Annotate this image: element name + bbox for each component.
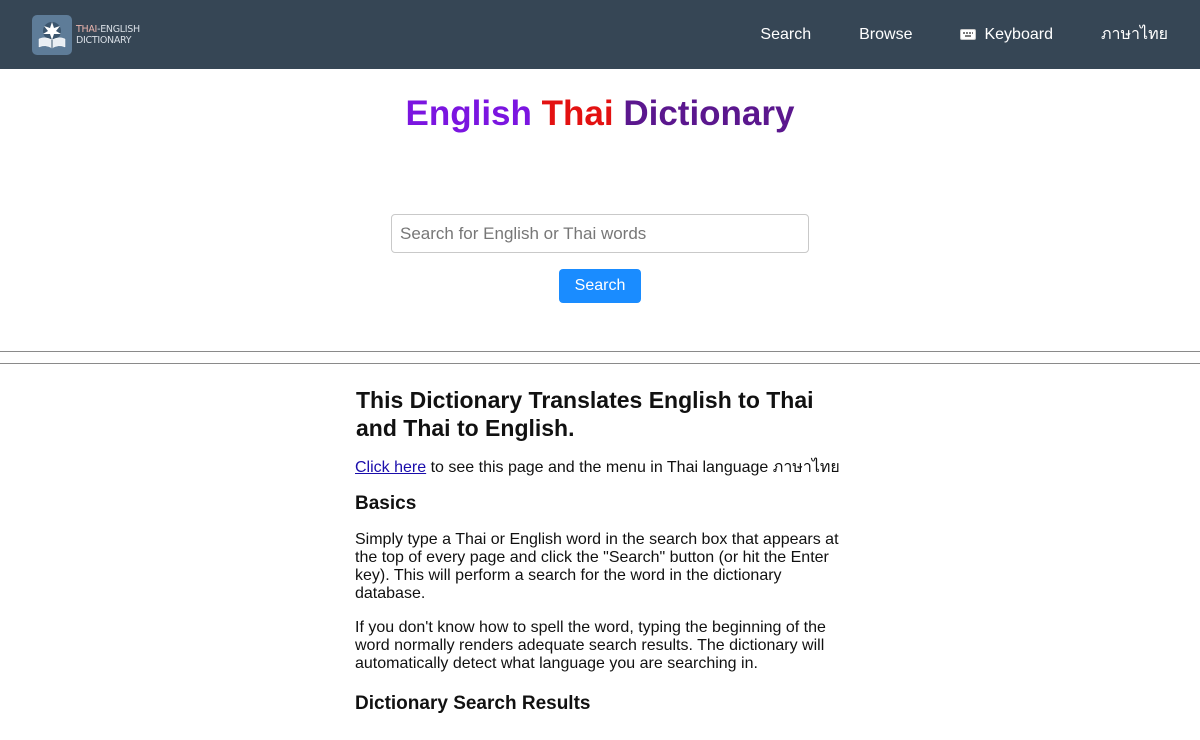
thai-page-link[interactable]: Click here — [355, 459, 426, 476]
thai-language-paragraph: Click here to see this page and the menu… — [355, 459, 845, 477]
nav-search[interactable]: Search — [760, 26, 811, 44]
basics-heading: Basics — [355, 493, 417, 514]
title-word-thai: Thai — [541, 94, 614, 133]
site-logo[interactable]: THAI-ENGLISH DICTIONARY — [32, 14, 140, 55]
logo-english: -ENGLISH — [97, 23, 140, 35]
nav-keyboard[interactable]: Keyboard — [960, 26, 1053, 44]
title-word-dictionary: Dictionary — [623, 94, 795, 133]
intro-content: This Dictionary Translates English to Th… — [355, 364, 845, 715]
divider-top — [0, 351, 1200, 352]
title-word-english: English — [405, 94, 532, 133]
main-nav: Search Browse Keyboard ภาษาไทย — [712, 22, 1168, 47]
top-navbar: THAI-ENGLISH DICTIONARY Search Browse Ke… — [0, 0, 1200, 69]
logo-line-1: THAI-ENGLISH — [76, 24, 140, 35]
logo-wordmark: THAI-ENGLISH DICTIONARY — [76, 24, 140, 46]
book-logo-icon — [32, 14, 72, 55]
basics-paragraph-1: Simply type a Thai or English word in th… — [355, 531, 839, 602]
keyboard-icon — [960, 29, 977, 40]
nav-browse-label: Browse — [859, 25, 913, 43]
nav-browse[interactable]: Browse — [859, 26, 912, 44]
logo-thai: THAI — [76, 23, 98, 35]
page-title: English Thai Dictionary — [0, 93, 1200, 135]
thai-link-suffix: to see this page and the menu in Thai la… — [426, 459, 840, 476]
basics-paragraph-2: If you don't know how to spell the word,… — [355, 619, 826, 672]
intro-heading: This Dictionary Translates English to Th… — [356, 387, 814, 441]
search-input[interactable] — [391, 214, 809, 253]
search-button[interactable]: Search — [559, 269, 641, 303]
results-heading: Dictionary Search Results — [355, 693, 591, 714]
logo-line-2: DICTIONARY — [76, 34, 132, 46]
nav-thai-label: ภาษาไทย — [1100, 26, 1168, 43]
nav-thai-language[interactable]: ภาษาไทย — [1101, 22, 1168, 47]
nav-keyboard-label: Keyboard — [984, 25, 1053, 43]
nav-search-label: Search — [760, 25, 812, 43]
search-form: Search — [0, 214, 1200, 303]
